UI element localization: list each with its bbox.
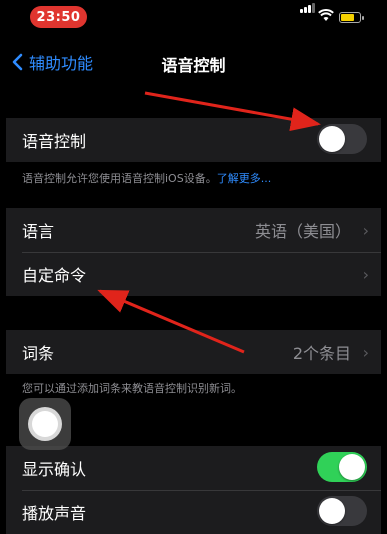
annotation-arrow-commands: [97, 289, 245, 354]
annotation-arrow-toggle: [144, 91, 321, 132]
annotation-overlay: [97, 91, 321, 354]
